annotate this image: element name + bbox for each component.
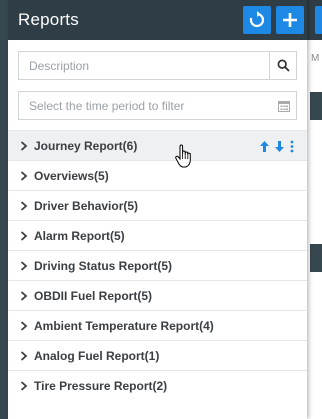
chevron-right-icon	[20, 230, 30, 242]
chevron-right-icon	[20, 350, 30, 362]
search-button[interactable]	[269, 52, 296, 79]
report-item-alarm[interactable]: Alarm Report(5)	[8, 220, 307, 250]
description-field[interactable]: Description	[18, 51, 297, 80]
report-item-overviews[interactable]: Overviews(5)	[8, 160, 307, 190]
report-item-label: OBDII Fuel Report(5)	[34, 288, 153, 303]
chevron-right-icon	[20, 200, 30, 212]
panel-header: Reports	[8, 0, 307, 40]
search-icon	[277, 59, 290, 72]
period-placeholder: Select the time period to filter	[29, 98, 185, 113]
report-item-driver-behavior[interactable]: Driver Behavior(5)	[8, 190, 307, 220]
report-item-label: Overviews(5)	[34, 168, 109, 183]
reports-panel: Reports Description Select the time peri…	[8, 0, 307, 419]
chevron-right-icon	[20, 290, 30, 302]
report-item-label: Driving Status Report(5)	[34, 258, 173, 273]
report-item-label: Ambient Temperature Report(4)	[34, 318, 214, 333]
report-item-label: Driver Behavior(5)	[34, 198, 139, 213]
chevron-right-icon	[20, 320, 30, 332]
left-edge-strip	[0, 0, 8, 419]
report-list: Journey Report(6) Overviews(5) Driver Be…	[8, 130, 307, 400]
move-up-icon[interactable]	[259, 140, 270, 153]
chevron-right-icon	[20, 170, 30, 182]
report-item-tire-pressure[interactable]: Tire Pressure Report(2)	[8, 370, 307, 400]
report-item-actions	[259, 131, 295, 161]
description-placeholder: Description	[29, 58, 90, 73]
refresh-icon	[249, 11, 265, 28]
report-item-label: Analog Fuel Report(1)	[34, 348, 160, 363]
report-item-journey[interactable]: Journey Report(6)	[8, 130, 307, 160]
report-item-obdii-fuel[interactable]: OBDII Fuel Report(5)	[8, 280, 307, 310]
report-item-ambient-temperature[interactable]: Ambient Temperature Report(4)	[8, 310, 307, 340]
report-item-analog-fuel[interactable]: Analog Fuel Report(1)	[8, 340, 307, 370]
add-report-button[interactable]	[276, 6, 304, 34]
move-down-icon[interactable]	[274, 140, 285, 153]
more-options-icon[interactable]	[289, 140, 295, 153]
refresh-button[interactable]	[243, 6, 271, 34]
calendar-icon[interactable]	[272, 92, 296, 119]
background-button[interactable]	[315, 6, 322, 34]
page-title: Reports	[18, 10, 79, 29]
report-item-label: Journey Report(6)	[34, 138, 138, 153]
chevron-right-icon	[20, 260, 30, 272]
report-item-label: Tire Pressure Report(2)	[34, 378, 168, 393]
background-block	[310, 92, 322, 120]
background-block	[310, 244, 322, 272]
chevron-right-icon	[20, 380, 30, 392]
time-period-filter[interactable]: Select the time period to filter	[18, 91, 297, 120]
report-item-driving-status[interactable]: Driving Status Report(5)	[8, 250, 307, 280]
background-label: M	[311, 53, 320, 64]
report-item-label: Alarm Report(5)	[34, 228, 125, 243]
chevron-right-icon	[20, 140, 30, 152]
hand-cursor-icon	[175, 144, 191, 168]
background-page: M	[307, 0, 322, 419]
plus-icon	[283, 13, 297, 27]
